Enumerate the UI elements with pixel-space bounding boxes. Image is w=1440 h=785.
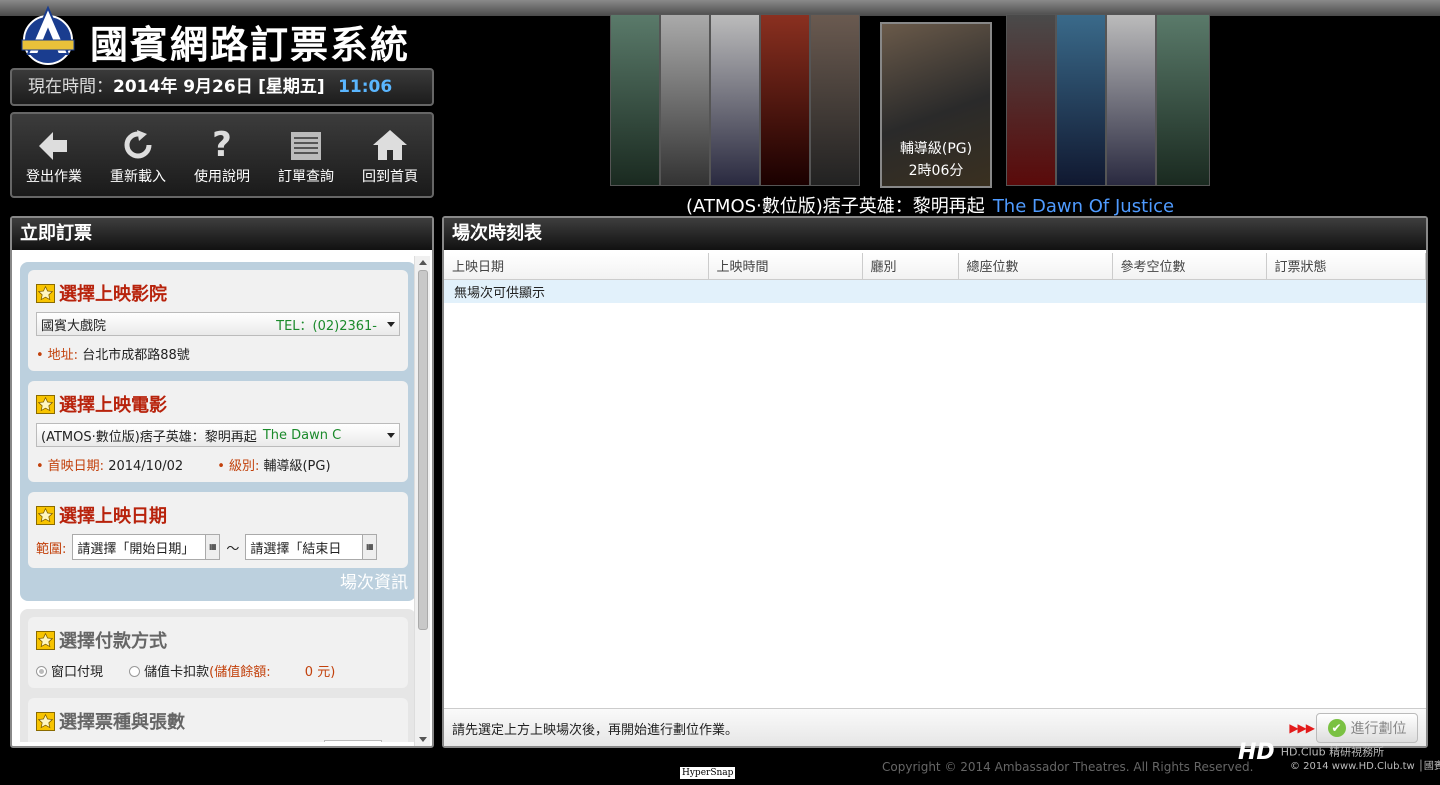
theater-address: • 地址: 台北市成都路88號 [36,348,190,363]
clock-weekday: [星期五] [258,77,325,97]
refresh-icon [124,130,152,159]
copyright-text: Copyright © 2014 Ambassador Theatres. Al… [882,760,1254,774]
booking-panel-header: 立即訂票 [12,218,432,250]
movie-select[interactable]: (ATMOS‧數位版)痞子英雄：黎明再起 The Dawn C [36,423,400,447]
col-date[interactable]: 上映日期 [444,253,709,280]
col-hall[interactable]: 廳別 [862,253,959,280]
main-toolbar: 登出作業 重新載入 ? 使用說明 訂單查詢 回到首頁 [10,112,434,198]
payment-options: 窗口付現 儲值卡扣款(儲值餘額: 0 元) [36,661,400,680]
ticket-count-select[interactable]: 0 張 [324,740,382,742]
theater-tel: TEL：(02)2361- [276,318,377,334]
start-date-input[interactable]: 請選擇「開始日期」 ▦ [72,534,221,560]
clock-date: 2014年 9月26日 [113,77,253,97]
cash-radio[interactable] [36,666,47,677]
poster-thumbnail[interactable] [810,14,860,186]
scroll-up-icon[interactable] [419,260,427,265]
featured-poster[interactable]: 輔導級(PG) 2時06分 [880,22,992,188]
star-icon [36,394,55,414]
home-button[interactable]: 回到首頁 [348,114,432,196]
poster-thumbnail[interactable] [760,14,810,186]
star-icon [36,711,55,731]
check-icon: ✔ [1327,719,1346,737]
ticket-card: 選擇票種與張數 全 票 元 0 張 [28,698,408,742]
list-icon [291,132,321,160]
hdclub-watermark: HD HD.Club 精研視務所 © 2014 www.HD.Club.tw │國… [1238,740,1440,772]
logout-button[interactable]: 登出作業 [12,114,96,196]
session-info-group: 選擇上映影院 國賓大戲院 TEL：(02)2361- • 地址: 台北市成都路88… [20,262,416,601]
date-heading: 選擇上映日期 [36,502,400,528]
date-card: 選擇上映日期 範圍: 請選擇「開始日期」 ▦ ～ 請選擇「結束日 ▦ [28,492,408,568]
home-icon [373,130,407,160]
dropdown-arrow-icon [387,433,395,438]
order-query-button[interactable]: 訂單查詢 [264,114,348,196]
col-time[interactable]: 上映時間 [708,253,863,280]
movie-heading: 選擇上映電影 [36,391,400,417]
col-available-seats[interactable]: 參考空位數 [1112,253,1267,280]
featured-movie-title: (ATMOS‧數位版)痞子英雄：黎明再起 The Dawn Of Justice [686,192,1174,218]
help-button[interactable]: ? 使用說明 [180,114,264,196]
reload-button[interactable]: 重新載入 [96,114,180,196]
theater-card: 選擇上映影院 國賓大戲院 TEL：(02)2361- • 地址: 台北市成都路88… [28,270,408,371]
current-time-bar: 現在時間：2014年 9月26日 [星期五] 11:06 [10,68,434,106]
end-date-input[interactable]: 請選擇「結束日 ▦ [245,534,378,560]
arrow-left-icon [39,132,67,160]
session-info-label: 場次資訊 [340,573,408,593]
booking-panel: 立即訂票 選擇上映影院 國賓大戲院 TEL：(02)2361- • 地址: 台北市… [10,216,434,748]
poster-thumbnail[interactable] [1006,14,1056,186]
theater-select[interactable]: 國賓大戲院 TEL：(02)2361- [36,312,400,336]
ambassador-logo [21,5,75,65]
schedule-table-wrap: 上映日期 上映時間 廳別 總座位數 參考空位數 訂票狀態 無場次可供顯示 [444,250,1426,303]
table-header-row: 上映日期 上映時間 廳別 總座位數 參考空位數 訂票狀態 [444,253,1426,280]
clock-time: 11:06 [338,77,393,97]
star-icon [36,505,55,525]
poster-thumbnail[interactable] [1106,14,1156,186]
date-range-row: 範圍: 請選擇「開始日期」 ▦ ～ 請選擇「結束日 ▦ [36,534,400,560]
schedule-panel: 場次時刻表 上映日期 上映時間 廳別 總座位數 參考空位數 訂票狀態 無場次可供… [442,216,1428,748]
movie-card: 選擇上映電影 (ATMOS‧數位版)痞子英雄：黎明再起 The Dawn C •… [28,381,408,482]
schedule-table: 上映日期 上映時間 廳別 總座位數 參考空位數 訂票狀態 無場次可供顯示 [444,253,1426,303]
booking-form: 選擇上映影院 國賓大戲院 TEL：(02)2361- • 地址: 台北市成都路88… [20,262,416,742]
poster-thumbnail[interactable] [1056,14,1106,186]
svg-text:?: ? [212,128,232,160]
question-mark-icon: ? [212,128,232,160]
seat-selection-button[interactable]: ✔ 進行劃位 [1316,713,1418,743]
theater-heading: 選擇上映影院 [36,280,400,306]
star-icon [36,630,55,650]
star-icon [36,283,55,303]
calendar-icon[interactable]: ▦ [362,535,377,559]
card-radio[interactable] [129,666,141,677]
ticket-row: 全 票 元 0 張 [36,740,400,742]
featured-duration: 2時06分 [908,163,964,179]
booking-scrollbar[interactable] [414,256,430,746]
hdclub-logo: HD [1238,740,1275,765]
featured-title-en: The Dawn Of Justice [992,196,1175,217]
payment-heading: 選擇付款方式 [36,627,400,653]
site-title: 國賓網路訂票系統 [90,22,411,67]
hypersnap-label: HyperSnap [680,767,736,779]
payment-card: 選擇付款方式 窗口付現 儲值卡扣款(儲值餘額: 0 元) [28,617,408,688]
movie-details: • 首映日期: 2014/10/02 • 級別: 輔導級(PG) [36,459,331,474]
ticket-heading: 選擇票種與張數 [36,708,400,734]
col-total-seats[interactable]: 總座位數 [958,253,1113,280]
payment-group: 選擇付款方式 窗口付現 儲值卡扣款(儲值餘額: 0 元) 選擇票種與張數 全 票… [20,609,416,742]
poster-thumbnail[interactable] [610,14,660,186]
poster-thumbnail[interactable] [1156,14,1210,186]
dropdown-arrow-icon [387,322,395,327]
instruction-text: 請先選定上方上映場次後，再開始進行劃位作業。 [452,723,739,738]
movie-poster-carousel: 輔導級(PG) 2時06分 [610,14,1212,214]
clock-label: 現在時間： [28,77,113,97]
arrows-icon: ▶▶▶ [1289,721,1315,735]
table-row: 無場次可供顯示 [444,279,1426,303]
schedule-panel-header: 場次時刻表 [444,218,1426,250]
poster-thumbnail[interactable] [710,14,760,186]
empty-message: 無場次可供顯示 [444,279,1426,303]
scroll-down-icon[interactable] [419,737,427,742]
poster-thumbnail[interactable] [660,14,710,186]
calendar-icon[interactable]: ▦ [205,535,220,559]
featured-rating: 輔導級(PG) [899,141,973,157]
col-status[interactable]: 訂票狀態 [1266,253,1426,280]
scrollbar-thumb[interactable] [418,270,428,630]
featured-title-zh: (ATMOS‧數位版)痞子英雄：黎明再起 [686,196,985,217]
